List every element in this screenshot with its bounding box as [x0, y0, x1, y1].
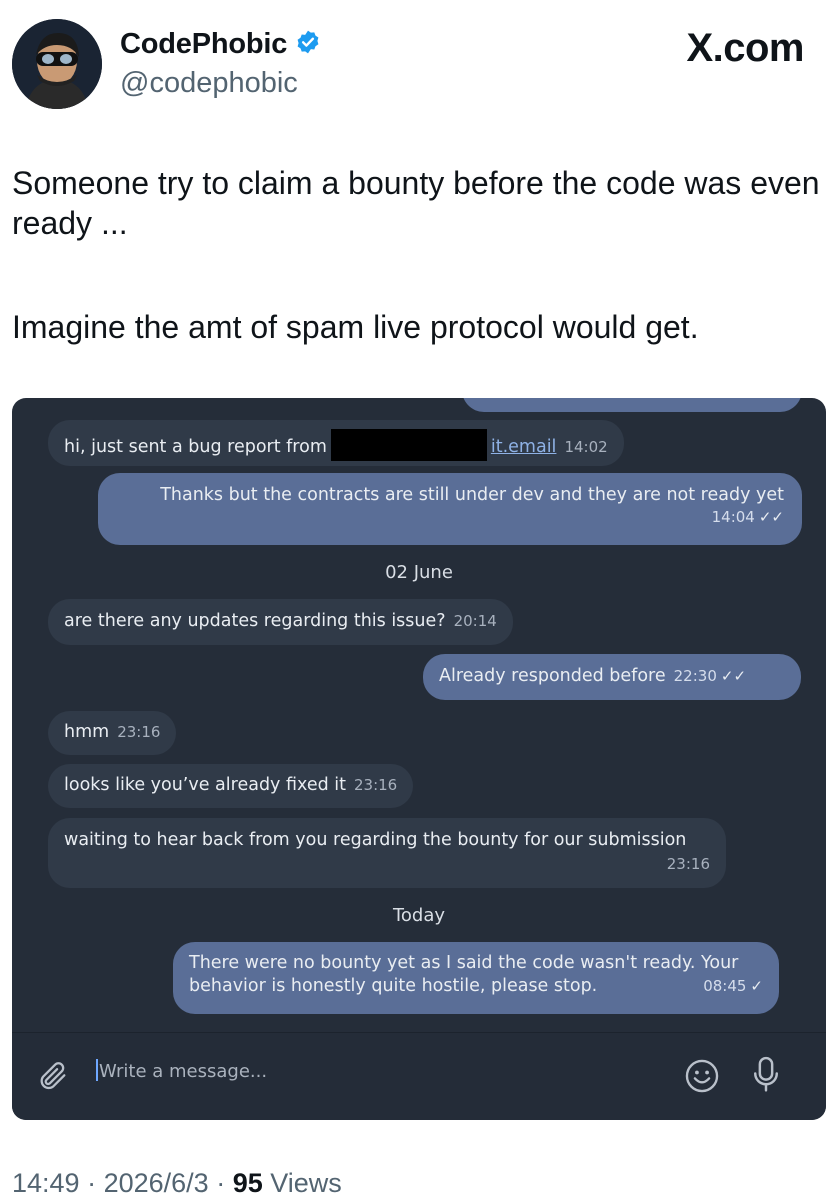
author-row: CodePhobic	[120, 28, 321, 61]
author-handle[interactable]: @codephobic	[120, 67, 298, 100]
message-text: Already responded before	[439, 666, 666, 686]
message-input[interactable]: Write a message...	[96, 1059, 268, 1083]
message-text-line2: behavior is honestly quite hostile, plea…	[189, 976, 598, 996]
redacted-block	[330, 429, 487, 461]
avatar[interactable]	[12, 19, 102, 109]
message-time: 23:16	[353, 776, 398, 794]
message-time: 20:14	[453, 612, 497, 630]
views-count: 95	[232, 1168, 263, 1198]
message-text: hi, just sent a bug report from	[64, 437, 327, 457]
site-label: X.com	[686, 26, 804, 70]
message-bubble-outgoing: There were no bounty yet as I said the c…	[173, 942, 779, 1014]
message-time: 08:45	[703, 977, 747, 995]
double-check-icon: ✓✓	[720, 667, 747, 685]
message-text: are there any updates regarding this iss…	[64, 611, 446, 631]
message-bubble-outgoing: Already responded before 22:30 ✓✓	[423, 654, 801, 700]
post-date[interactable]: 2026/6/3	[104, 1168, 209, 1198]
message-bubble-incoming: looks like you’ve already fixed it 23:16	[48, 764, 414, 808]
message-bubble-incoming: are there any updates regarding this iss…	[48, 599, 513, 645]
tweet-text-line1: Someone try to claim a bounty before the…	[12, 165, 820, 241]
text-caret	[96, 1059, 98, 1081]
message-bubble-incoming: hi, just sent a bug report from it.email 1…	[48, 420, 624, 466]
microphone-icon[interactable]	[750, 1055, 782, 1099]
check-icon: ✓	[750, 977, 763, 995]
message-text: hmm	[64, 722, 110, 742]
message-bubble-incoming: hmm 23:16	[48, 711, 177, 755]
author-name[interactable]: CodePhobic	[120, 28, 287, 61]
tweet-text-line2: Imagine the amt of spam live protocol wo…	[12, 309, 699, 345]
date-divider: 02 June	[385, 562, 453, 583]
message-time: 14:04	[711, 508, 755, 526]
message-bubble-outgoing: Thanks but the contracts are still under…	[98, 473, 802, 545]
cutoff-bubble	[462, 398, 802, 412]
message-composer: Write a message...	[12, 1032, 826, 1120]
verified-badge-icon	[295, 29, 321, 60]
message-time: 23:16	[117, 723, 161, 741]
message-text: waiting to hear back from you regarding …	[64, 830, 687, 850]
message-text: Thanks but the contracts are still under…	[160, 485, 784, 505]
message-text: looks like you’ve already fixed it	[64, 775, 346, 795]
paperclip-icon[interactable]	[36, 1059, 70, 1097]
message-time: 14:02	[564, 438, 608, 456]
post-time[interactable]: 14:49	[12, 1168, 80, 1198]
emoji-icon[interactable]	[683, 1057, 721, 1099]
message-time: 23:16	[666, 855, 710, 873]
message-bubble-incoming: waiting to hear back from you regarding …	[48, 818, 726, 888]
message-text-line1: There were no bounty yet as I said the c…	[189, 953, 739, 973]
email-link[interactable]: it.email	[491, 437, 557, 457]
date-divider: Today	[392, 905, 446, 926]
views-label: Views	[270, 1168, 342, 1198]
message-time: 22:30	[673, 667, 717, 685]
message-input-placeholder: Write a message...	[99, 1061, 268, 1082]
avatar-image	[12, 19, 102, 109]
tweet-footer: 14:49 · 2026/6/3 · 95 Views	[12, 1168, 342, 1198]
chat-screenshot: hi, just sent a bug report from it.email 1…	[12, 398, 826, 1120]
double-check-icon: ✓✓	[758, 508, 784, 526]
